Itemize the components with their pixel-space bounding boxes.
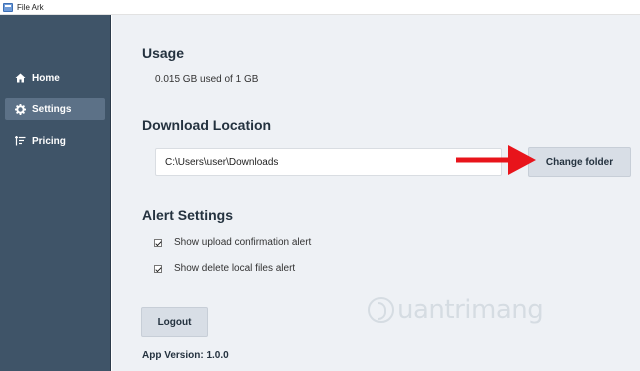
- delete-local-files-option[interactable]: Show delete local files alert: [154, 263, 295, 274]
- sidebar: Home Settings Pricing: [0, 15, 111, 371]
- app-version: App Version: 1.0.0: [142, 350, 229, 361]
- home-icon: [15, 73, 26, 84]
- title-bar: File Ark: [0, 0, 640, 15]
- upload-confirmation-option[interactable]: Show upload confirmation alert: [154, 237, 311, 248]
- alert-settings-heading: Alert Settings: [142, 207, 234, 223]
- sidebar-item-settings[interactable]: Settings: [5, 98, 105, 120]
- watermark: uantrimang: [368, 295, 544, 325]
- watermark-logo-icon: [368, 297, 394, 323]
- change-folder-button[interactable]: Change folder: [528, 147, 631, 177]
- sidebar-item-label: Home: [32, 72, 60, 84]
- sort-icon: [15, 136, 26, 147]
- red-arrow-annotation: [456, 145, 536, 175]
- gear-icon: [15, 103, 26, 115]
- download-path-field[interactable]: C:\Users\user\Downloads: [155, 148, 502, 176]
- upload-confirmation-checkbox[interactable]: [154, 238, 162, 247]
- settings-panel: Usage 0.015 GB used of 1 GB Download Loc…: [112, 15, 640, 371]
- app-icon: [3, 2, 13, 12]
- window-title: File Ark: [17, 2, 44, 12]
- checkbox-label: Show delete local files alert: [174, 263, 296, 274]
- usage-heading: Usage: [142, 45, 185, 61]
- sidebar-item-home[interactable]: Home: [5, 67, 105, 89]
- sidebar-item-label: Pricing: [32, 135, 66, 147]
- usage-text: 0.015 GB used of 1 GB: [155, 74, 259, 85]
- checkbox-label: Show upload confirmation alert: [174, 237, 312, 248]
- sidebar-item-label: Settings: [32, 103, 72, 115]
- delete-local-files-checkbox[interactable]: [154, 264, 162, 273]
- logout-button[interactable]: Logout: [141, 307, 208, 337]
- sidebar-item-pricing[interactable]: Pricing: [5, 130, 105, 152]
- watermark-text: uantrimang: [397, 295, 544, 325]
- download-location-heading: Download Location: [142, 117, 272, 133]
